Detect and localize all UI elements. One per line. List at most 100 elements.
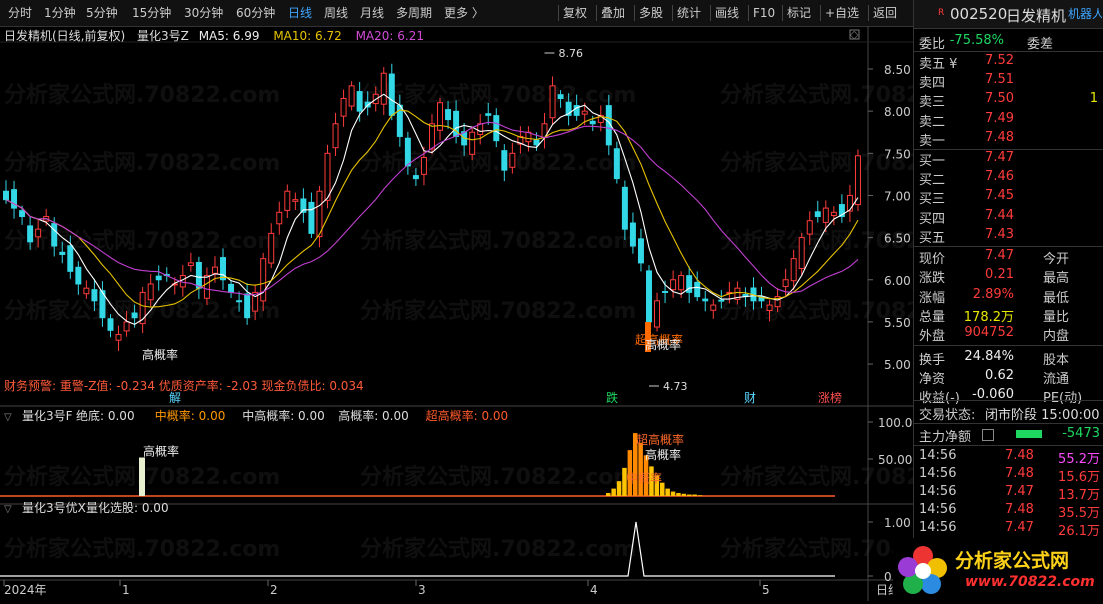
candle-body	[694, 281, 701, 298]
toolbar-action-5[interactable]: F10	[753, 4, 775, 22]
ask-row[interactable]: 卖四 7.51	[919, 72, 1103, 92]
ask-label: 卖五 ¥	[919, 57, 958, 72]
price-axis-label: 6.50	[884, 232, 911, 246]
price-axis-label: 8.00	[884, 105, 911, 119]
period-tab-0[interactable]: 分时	[8, 4, 32, 22]
stat-row: 总量 178.2万 量比	[919, 306, 1103, 326]
kline-chart-svg[interactable]: 分析家公式网.70822.com 分析家公式网.70822.com 分析家公式网.7…	[0, 26, 996, 601]
toolbar-separator	[820, 5, 821, 21]
tick-price: 7.48	[1005, 448, 1034, 463]
stat-value: 0.21	[985, 267, 1014, 283]
toolbar-action-2[interactable]: 多股	[639, 4, 663, 22]
candle-body	[292, 199, 299, 202]
logo-text: 分析家公式网	[955, 550, 1070, 572]
main-flow-row[interactable]: 主力净额 -5473	[919, 426, 1103, 446]
ask-price: 7.50	[985, 91, 1014, 107]
bid-row[interactable]: 买四 7.44	[919, 208, 1103, 228]
candle-body	[469, 131, 476, 155]
ask-row[interactable]: 卖一 7.48	[919, 130, 1103, 150]
candle-body	[798, 237, 805, 270]
watermark-text: 分析家公式网.70822.com	[4, 150, 280, 176]
period-tab-5[interactable]: 60分钟	[236, 4, 275, 22]
period-tab-4[interactable]: 30分钟	[184, 4, 223, 22]
stat-label: 涨跌	[919, 271, 946, 287]
candle-body	[284, 190, 291, 211]
price-axis-label: 8.50	[884, 63, 911, 77]
date-axis-label: 4	[590, 583, 598, 597]
toolbar-separator	[868, 5, 869, 21]
toolbar-action-6[interactable]: 标记	[787, 4, 811, 22]
candle-body	[718, 299, 725, 302]
period-tab-6[interactable]: 日线	[288, 4, 312, 22]
indicator-name[interactable]: 量化3号Z	[137, 29, 189, 43]
toolbar-action-8[interactable]: 返回	[873, 4, 897, 22]
panel3-axis-label: 1.00	[884, 516, 911, 530]
period-tab-2[interactable]: 5分钟	[86, 4, 118, 22]
divider	[914, 246, 1103, 247]
toolbar-action-0[interactable]: 复权	[563, 4, 587, 22]
candle-body	[549, 85, 556, 119]
bid-row[interactable]: 买一 7.47	[919, 150, 1103, 170]
sector-tag[interactable]: 机器人	[1068, 5, 1102, 22]
candle-body	[662, 291, 669, 294]
candle-body	[814, 211, 821, 218]
stat-value: 7.47	[985, 248, 1014, 263]
toolbar-action-4[interactable]: 画线	[715, 4, 739, 22]
candle-body	[637, 238, 644, 264]
bid-row[interactable]: 买五 7.43	[919, 227, 1103, 247]
toolbar-action-3[interactable]: 统计	[677, 4, 701, 22]
signal-bar	[697, 495, 703, 496]
candle-body	[308, 201, 315, 234]
price-axis-label: 7.00	[884, 189, 911, 203]
panel3-value: 量化选股: 0.00	[86, 501, 169, 515]
period-tab-3[interactable]: 15分钟	[132, 4, 171, 22]
collapse-icon: ▽	[4, 412, 12, 423]
candle-body	[348, 85, 355, 107]
toolbar-action-1[interactable]: 叠加	[601, 4, 625, 22]
period-tab-9[interactable]: 多周期	[396, 4, 432, 22]
period-tab-7[interactable]: 周线	[324, 4, 348, 22]
candle-body	[621, 186, 628, 230]
finance-warning: 财务预警: 重警-Z值: -0.234 优质资产率: -2.03 现金负债比: …	[4, 378, 364, 393]
watermark-text: 分析家公式网.70822.com	[360, 298, 636, 324]
candle-body	[59, 251, 66, 255]
panel2-value: 超高概率: 0.00	[426, 408, 509, 423]
tick-price: 7.47	[1005, 520, 1034, 535]
candle-body	[187, 262, 194, 267]
date-axis-label: 3	[418, 583, 426, 597]
ask-volume: 1	[1089, 91, 1098, 107]
candle-body	[203, 275, 210, 299]
period-tab-10[interactable]: 更多 〉	[444, 4, 484, 22]
toolbar-action-7[interactable]: +自选	[825, 4, 859, 22]
tick-row: 14:56 7.48 35.5万	[919, 502, 1103, 522]
ma20-line	[5, 121, 859, 296]
chart-annotation: 高概率	[142, 347, 178, 362]
signal-bar	[139, 457, 145, 496]
kline-chart-area[interactable]: 分析家公式网.70822.com 分析家公式网.70822.com 分析家公式网.7…	[0, 26, 996, 601]
ask-row[interactable]: 卖二 7.49	[919, 111, 1103, 131]
watermark-text: 分析家公式网.70822.com	[4, 228, 280, 254]
ask-row[interactable]: 卖三 7.50 1	[919, 91, 1103, 111]
panel2-value: 中高概率: 0.00	[242, 408, 325, 423]
period-tab-8[interactable]: 月线	[360, 4, 384, 22]
stat-label: 涨幅	[919, 290, 946, 306]
period-tab-1[interactable]: 1分钟	[44, 4, 76, 22]
candle-body	[268, 232, 275, 264]
candle-body	[75, 266, 82, 285]
toolbar-separator	[782, 5, 783, 21]
divider	[914, 445, 1103, 446]
toolbar-separator	[748, 5, 749, 21]
candle-body	[236, 300, 243, 303]
stat-row: 换手 24.84% 股本	[919, 349, 1103, 369]
tick-price: 7.48	[1005, 466, 1034, 481]
bid-row[interactable]: 买三 7.45	[919, 188, 1103, 208]
candle-body	[244, 293, 251, 319]
bid-row[interactable]: 买二 7.46	[919, 169, 1103, 189]
watermark-text: 分析家公式网.70822.com	[4, 536, 280, 562]
divider	[914, 423, 1103, 424]
candle-body	[107, 318, 114, 331]
watermark-text: 分析家公式网.70822.com	[360, 228, 636, 254]
ask-row[interactable]: 卖五 ¥ 7.52	[919, 53, 1103, 73]
trade-status-value: 闭市阶段 15:00:00	[985, 408, 1100, 423]
list-icon[interactable]	[982, 429, 994, 441]
